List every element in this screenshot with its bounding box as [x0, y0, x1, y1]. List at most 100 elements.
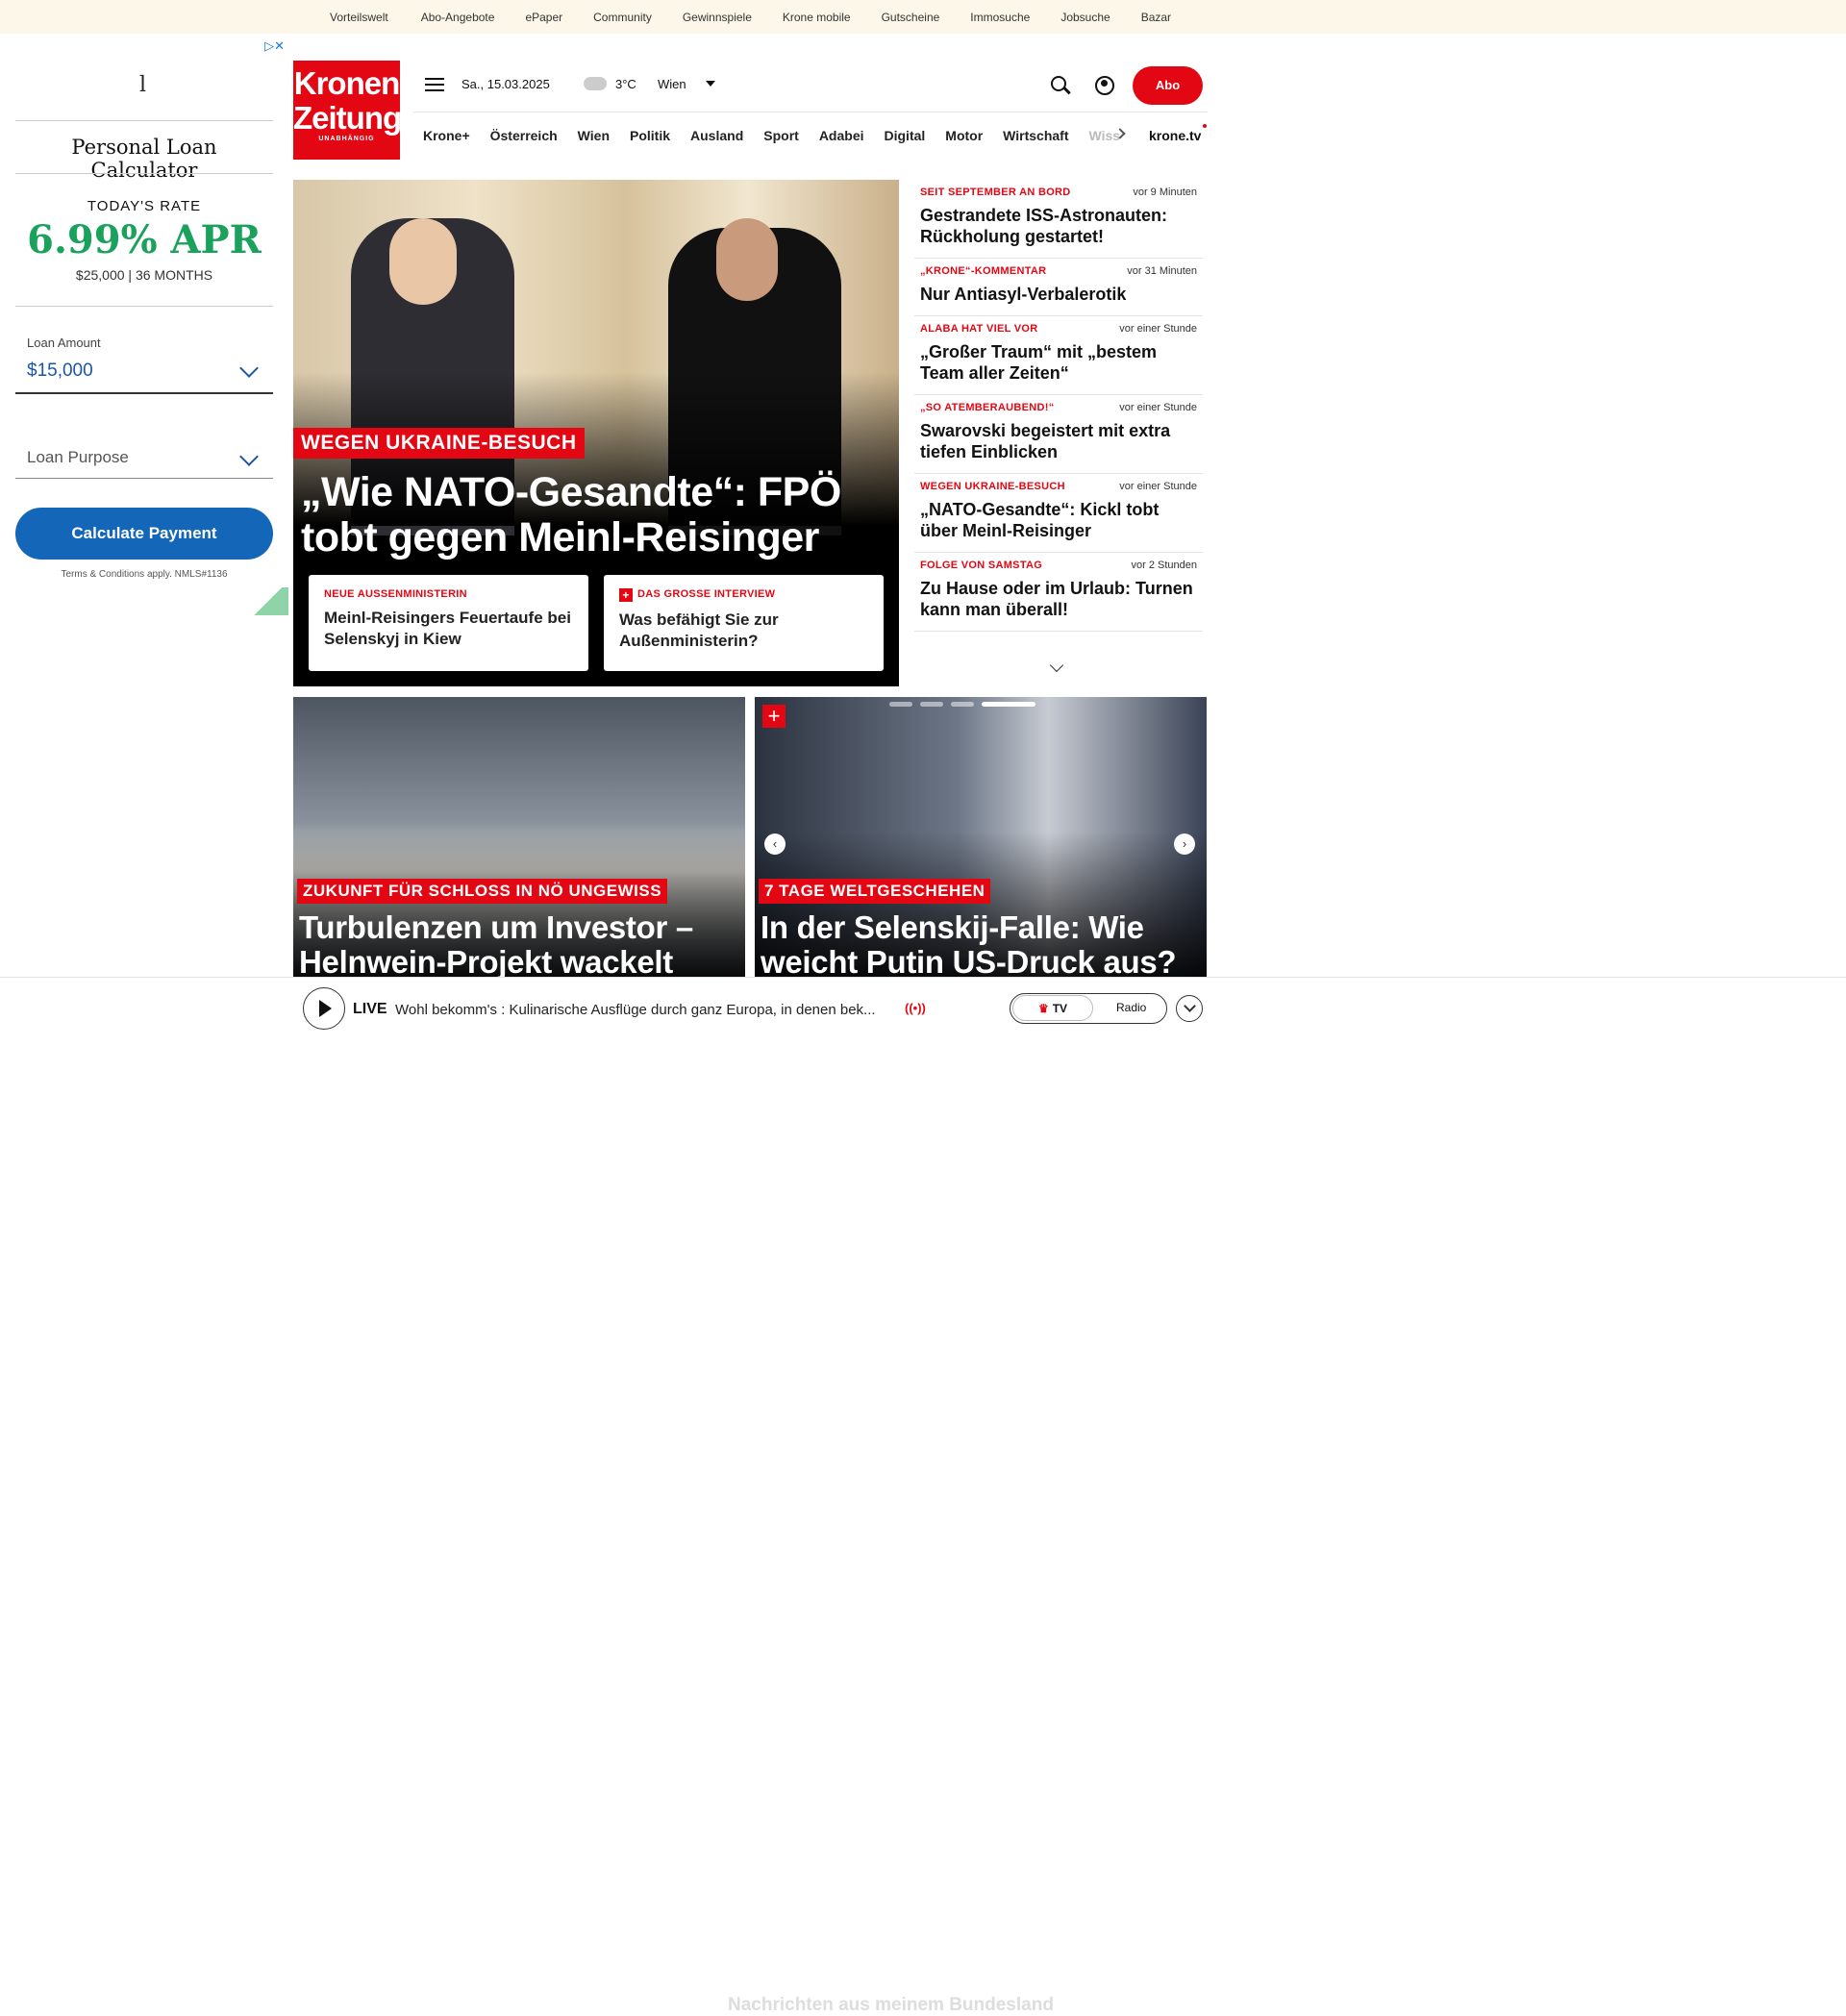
subarticle-title: Meinl-Reisingers Feuertaufe bei Selensky… [324, 609, 571, 648]
abo-button[interactable]: Abo [1133, 66, 1203, 105]
latest-news-list: SEIT SEPTEMBER AN BORD vor 9 Minuten Ges… [914, 180, 1203, 670]
ad-choices-icon[interactable]: ▷✕ [264, 38, 285, 54]
hero-subarticle[interactable]: + DAS GROSSE INTERVIEW Was befähigt Sie z… [604, 575, 884, 671]
bundesland-heading: Nachrichten aus meinem Bundesland [728, 1995, 1054, 2015]
toplink-gewinnspiele[interactable]: Gewinnspiele [683, 11, 752, 24]
tv-option[interactable]: ♛ TV [1012, 995, 1093, 1021]
hero-article[interactable]: WEGEN UKRAINE-BESUCH „Wie NATO-Gesandte“… [293, 180, 899, 686]
nav-item-politik[interactable]: Politik [630, 128, 670, 143]
radio-option[interactable]: Radio [1116, 1001, 1146, 1014]
crown-icon: ♛ [1037, 1002, 1049, 1015]
nav-item-motor[interactable]: Motor [945, 128, 983, 143]
current-date: Sa., 15.03.2025 [462, 77, 550, 91]
toplink-gutscheine[interactable]: Gutscheine [882, 11, 940, 24]
live-label: LIVE [353, 1001, 387, 1017]
nav-item-krone-plus[interactable]: Krone+ [423, 128, 470, 143]
divider [15, 120, 273, 121]
nav-item-wirtschaft[interactable]: Wirtschaft [1003, 128, 1068, 143]
news-time: vor 2 Stunden [1131, 560, 1198, 571]
krone-logo[interactable]: Kronen Zeitung UNABHÄNGIG [293, 61, 402, 160]
divider [15, 173, 273, 174]
news-item[interactable]: ALABA HAT VIEL VOR vor einer Stunde „Gro… [914, 316, 1203, 395]
toplink-vorteilswelt[interactable]: Vorteilswelt [330, 11, 388, 24]
loan-amount-select[interactable]: $15,000 [27, 361, 93, 382]
city-selector[interactable]: Wien [658, 77, 686, 91]
live-player-bar: LIVE Wohl bekomm's : Kulinarische Ausflü… [0, 977, 1846, 2015]
nav-item-faded[interactable]: Wiss [1089, 128, 1121, 143]
ad-logo: l [139, 73, 147, 97]
krone-plus-icon: + [762, 705, 786, 728]
toplink-community[interactable]: Community [593, 11, 652, 24]
chevron-down-icon[interactable] [706, 81, 715, 87]
news-title: „Großer Traum“ mit „bestem Team aller Ze… [920, 342, 1158, 383]
carousel-card[interactable]: + ‹ › 7 TAGE WELTGESCHEHEN In der Selens… [755, 697, 1207, 978]
temperature: 3°C [615, 77, 636, 91]
toplink-abo-angebote[interactable]: Abo-Angebote [421, 11, 495, 24]
subarticle-title: Was befähigt Sie zur Außenministerin? [619, 610, 779, 650]
article-kicker: ZUKUNFT FÜR SCHLOSS IN NÖ UNGEWISS [297, 879, 668, 904]
article-title: Turbulenzen um Investor – Helnwein-Proje… [299, 909, 693, 979]
news-item[interactable]: SEIT SEPTEMBER AN BORD vor 9 Minuten Ges… [914, 180, 1203, 259]
toplink-bazar[interactable]: Bazar [1141, 11, 1171, 24]
news-time: vor 9 Minuten [1133, 187, 1197, 198]
news-time: vor einer Stunde [1119, 481, 1197, 492]
article-title: In der Selenskij-Falle: Wie weicht Putin… [761, 909, 1177, 979]
rate-terms: $25,000 | 36 MONTHS [75, 267, 213, 283]
news-title: Zu Hause oder im Urlaub: Turnen kann man… [920, 579, 1193, 619]
news-time: vor einer Stunde [1119, 323, 1197, 335]
nav-item-ausland[interactable]: Ausland [690, 128, 743, 143]
nav-item-oesterreich[interactable]: Österreich [490, 128, 558, 143]
news-title: „NATO-Gesandte“: Kickl tobt über Meinl-R… [920, 500, 1160, 540]
hero-kicker: WEGEN UKRAINE-BESUCH [293, 428, 585, 459]
hero-subarticle[interactable]: NEUE AUSSENMINISTERIN Meinl-Reisingers F… [309, 575, 588, 671]
news-item[interactable]: FOLGE VON SAMSTAG vor 2 Stunden Zu Hause… [914, 553, 1203, 632]
logo-tagline: UNABHÄNGIG [318, 136, 375, 142]
ad-title: Personal Loan Calculator [71, 136, 217, 182]
search-icon[interactable] [1051, 76, 1066, 91]
cloud-icon [584, 77, 607, 90]
chevron-right-icon[interactable]: › [1174, 834, 1195, 855]
news-title: Nur Antiasyl-Verbalerotik [920, 285, 1127, 304]
news-item[interactable]: WEGEN UKRAINE-BESUCH vor einer Stunde „N… [914, 474, 1203, 553]
news-title: Swarovski begeistert mit extra tiefen Ei… [920, 421, 1171, 461]
top-links-bar: Vorteilswelt Abo-Angebote ePaper Communi… [0, 0, 1846, 34]
news-item[interactable]: „KRONE“-KOMMENTAR vor 31 Minuten Nur Ant… [914, 259, 1203, 316]
toplink-krone-mobile[interactable]: Krone mobile [783, 11, 851, 24]
field-underline [15, 392, 273, 394]
rate-label: TODAY'S RATE [87, 198, 202, 214]
chevron-left-icon[interactable]: ‹ [764, 834, 786, 855]
nav-item-adabei[interactable]: Adabei [819, 128, 864, 143]
news-time: vor 31 Minuten [1127, 265, 1197, 277]
toplink-jobsuche[interactable]: Jobsuche [1060, 11, 1110, 24]
divider [15, 306, 273, 307]
field-underline [15, 478, 273, 479]
krone-tv-label: krone.tv [1149, 128, 1202, 143]
live-program-title[interactable]: Wohl bekomm's : Kulinarische Ausflüge du… [395, 1002, 876, 1018]
nav-item-wien[interactable]: Wien [578, 128, 610, 143]
chevron-down-icon[interactable] [239, 359, 259, 378]
play-icon[interactable] [303, 987, 345, 1030]
carousel-dots[interactable] [889, 702, 1035, 707]
calculate-payment-button[interactable]: Calculate Payment [15, 508, 273, 560]
hero-title[interactable]: „Wie NATO-Gesandte“: FPÖ tobt gegen Mein… [301, 470, 887, 560]
tv-radio-toggle[interactable]: ♛ TV Radio [1010, 993, 1167, 1024]
logo-line1: Kronen [293, 65, 401, 101]
rate-value: 6.99% APR [27, 217, 262, 262]
nav-item-sport[interactable]: Sport [763, 128, 799, 143]
chevron-down-icon[interactable] [239, 447, 259, 466]
news-item[interactable]: „SO ATEMBERAUBEND!“ vor einer Stunde Swa… [914, 395, 1203, 474]
live-dot [1203, 124, 1208, 128]
subarticle-kicker: DAS GROSSE INTERVIEW [637, 588, 776, 600]
toplink-epaper[interactable]: ePaper [525, 11, 562, 24]
krone-tv-link[interactable]: krone.tv [1149, 124, 1208, 143]
chevron-down-icon[interactable] [1176, 995, 1203, 1022]
loan-calculator-ad: ▷✕ l Personal Loan Calculator TODAY'S RA… [0, 35, 288, 615]
menu-icon[interactable] [425, 78, 444, 93]
tv-label: TV [1052, 1002, 1068, 1015]
loan-purpose-select[interactable]: Loan Purpose [27, 448, 129, 467]
user-icon[interactable] [1095, 76, 1114, 95]
krone-plus-icon: + [619, 588, 633, 602]
toplink-immosuche[interactable]: Immosuche [970, 11, 1030, 24]
nav-item-digital[interactable]: Digital [885, 128, 926, 143]
article-card[interactable]: ZUKUNFT FÜR SCHLOSS IN NÖ UNGEWISS Turbu… [293, 697, 745, 978]
